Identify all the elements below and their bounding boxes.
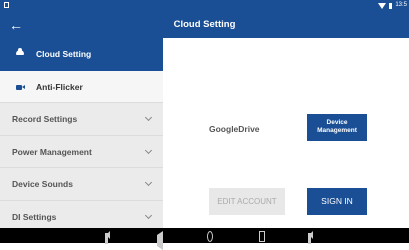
notification-icon <box>4 2 9 8</box>
home-icon[interactable] <box>207 231 213 242</box>
settings-sidebar: Cloud Setting Anti-Flicker Record Settin… <box>0 38 163 228</box>
page-title: Cloud Setting <box>173 19 236 30</box>
sign-in-button[interactable]: SIGN IN <box>307 188 367 215</box>
device-management-button[interactable]: Device Management <box>307 114 367 141</box>
device-management-label-line1: Device <box>326 119 348 126</box>
sidebar-item-device-sounds[interactable]: Device Sounds <box>0 168 163 201</box>
recent-apps-icon[interactable] <box>259 231 265 242</box>
sidebar-item-power-management[interactable]: Power Management <box>0 136 163 168</box>
sidebar-item-label: Device Sounds <box>12 179 73 189</box>
status-bar: 13:5 <box>0 0 409 12</box>
status-time: 13:5 <box>395 2 407 8</box>
sidebar-item-cloud-setting[interactable]: Cloud Setting <box>0 38 163 71</box>
edit-account-button[interactable]: EDIT ACCOUNT <box>209 188 285 215</box>
chevron-down-icon <box>144 113 153 122</box>
app-header: ← Cloud Setting <box>0 12 409 38</box>
sidebar-item-label: Cloud Setting <box>36 49 92 59</box>
sidebar-item-anti-flicker[interactable]: Anti-Flicker <box>0 70 163 103</box>
system-nav-bar <box>0 228 409 250</box>
sidebar-item-di-settings[interactable]: DI Settings <box>0 201 163 229</box>
sidebar-item-label: Anti-Flicker <box>36 81 83 92</box>
chevron-down-icon <box>144 211 153 219</box>
sidebar-item-label: Record Settings <box>12 114 78 124</box>
back-icon[interactable] <box>157 231 163 250</box>
video-camera-icon <box>16 84 25 90</box>
volume-up-icon[interactable] <box>308 231 313 244</box>
volume-down-icon[interactable] <box>105 231 110 244</box>
status-icons: 13:5 <box>378 2 407 9</box>
device-management-label-line2: Management <box>317 127 357 134</box>
sidebar-item-label: DI Settings <box>12 211 57 222</box>
cloud-setting-panel: GoogleDrive Device Management EDIT ACCOU… <box>163 38 409 228</box>
cloud-icon <box>16 48 24 55</box>
cloud-service-label: GoogleDrive <box>209 124 260 134</box>
battery-icon <box>389 2 393 9</box>
sidebar-item-record-settings[interactable]: Record Settings <box>0 103 163 136</box>
sidebar-item-label: Power Management <box>12 146 92 157</box>
chevron-down-icon <box>144 178 153 187</box>
chevron-down-icon <box>144 146 153 154</box>
wifi-icon <box>378 2 387 9</box>
